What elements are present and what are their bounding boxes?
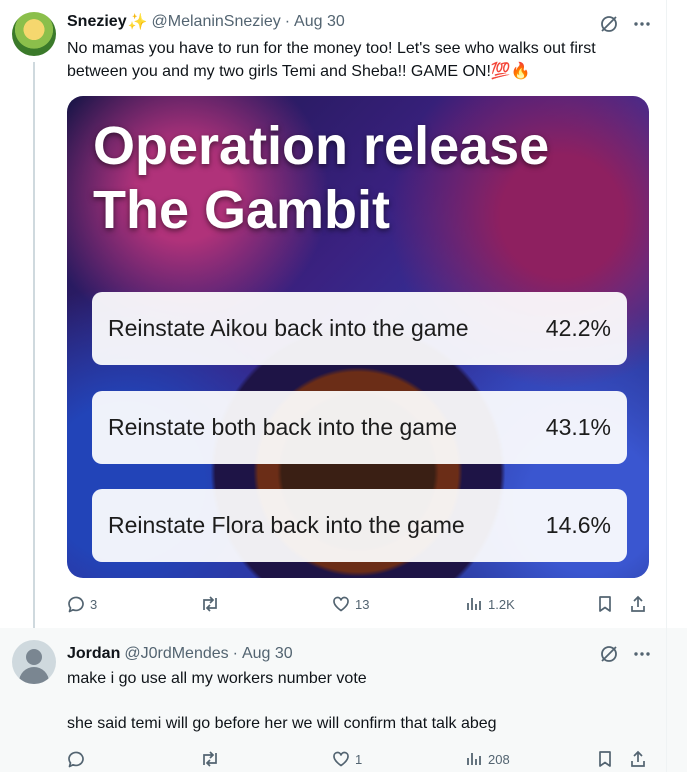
- action-bar: 3 13 1.2K: [0, 594, 687, 614]
- share-button[interactable]: [628, 594, 648, 614]
- avatar[interactable]: [12, 640, 56, 684]
- grok-icon[interactable]: [599, 644, 619, 664]
- poll-option-label: Reinstate Aikou back into the game: [108, 315, 469, 341]
- poll-option-label: Reinstate Flora back into the game: [108, 512, 465, 538]
- share-button[interactable]: [628, 749, 648, 769]
- reply-count: 3: [90, 596, 98, 612]
- reply-icon: [68, 596, 84, 613]
- tweet-text: make i go use all my workers number vote…: [67, 667, 657, 735]
- tweet-top-actions: [599, 14, 651, 34]
- bookmark-button[interactable]: [596, 749, 614, 769]
- tweet-text-line: make i go use all my workers number vote: [67, 670, 367, 687]
- poll-option-label: Reinstate both back into the game: [108, 414, 458, 440]
- poll-option-percent: 43.1%: [545, 414, 611, 440]
- heart-icon: [333, 596, 349, 612]
- repost-icon: [203, 596, 217, 612]
- repost-icon: [203, 751, 217, 767]
- tweet-header: Jordan @J0rdMendes · Aug 30: [67, 644, 293, 664]
- tweet-text-line: No mamas you have to run for the money t…: [67, 40, 596, 57]
- timestamp[interactable]: Aug 30: [242, 645, 293, 663]
- tweet-text-line: between you and my two girls Temi and Sh…: [67, 63, 531, 80]
- default-avatar-icon: [19, 667, 49, 684]
- author-name[interactable]: Sneziey: [67, 13, 127, 31]
- views-count: 208: [488, 751, 510, 767]
- reply-icon: [68, 751, 84, 768]
- tweet-text: No mamas you have to run for the money t…: [67, 37, 657, 83]
- views-button[interactable]: 208: [464, 749, 510, 769]
- reply-button[interactable]: [66, 749, 90, 769]
- tweet-top-actions: [599, 644, 651, 664]
- heart-icon: [333, 751, 349, 767]
- image-title: Operation release The Gambit: [93, 114, 549, 242]
- divider: [666, 0, 667, 628]
- default-avatar-icon: [26, 649, 42, 665]
- tweet-header: Sneziey ✨ @MelaninSneziey · Aug 30: [67, 12, 345, 32]
- tweet-text-line: she said temi will go before her we will…: [67, 715, 497, 732]
- poll-option: Reinstate both back into the game 43.1%: [92, 391, 627, 464]
- like-count: 13: [355, 596, 370, 612]
- image-title-line: The Gambit: [93, 180, 391, 240]
- poll-option-percent: 14.6%: [545, 512, 611, 538]
- separator-dot: ·: [284, 13, 291, 30]
- sparkle-emoji: ✨: [127, 14, 148, 31]
- bookmark-icon: [599, 751, 611, 767]
- action-bar: 1 208: [0, 749, 687, 769]
- poll-option: Reinstate Aikou back into the game 42.2%: [92, 292, 627, 365]
- like-button[interactable]: 13: [331, 594, 369, 614]
- avatar[interactable]: [12, 12, 56, 56]
- bookmark-button[interactable]: [596, 594, 614, 614]
- share-icon: [631, 595, 645, 612]
- bookmark-icon: [599, 596, 611, 612]
- like-count: 1: [355, 751, 363, 767]
- timestamp[interactable]: Aug 30: [294, 13, 345, 31]
- more-options-icon[interactable]: [633, 645, 651, 663]
- tweet-image[interactable]: Operation release The Gambit Reinstate A…: [67, 96, 649, 578]
- author-handle[interactable]: @J0rdMendes: [124, 645, 228, 663]
- author-name[interactable]: Jordan: [67, 645, 120, 663]
- tweet-jordan[interactable]: Jordan @J0rdMendes · Aug 30 make i go us…: [0, 628, 687, 772]
- analytics-icon: [467, 753, 481, 765]
- poll-option: Reinstate Flora back into the game 14.6%: [92, 489, 627, 562]
- views-button[interactable]: 1.2K: [464, 594, 515, 614]
- analytics-icon: [467, 598, 481, 610]
- share-icon: [631, 750, 645, 767]
- repost-button[interactable]: [199, 749, 225, 769]
- separator-dot: ·: [232, 645, 238, 662]
- more-options-icon[interactable]: [633, 15, 651, 33]
- views-count: 1.2K: [488, 596, 515, 612]
- repost-button[interactable]: [199, 594, 225, 614]
- image-title-line: Operation release: [93, 116, 550, 176]
- like-button[interactable]: 1: [331, 749, 362, 769]
- poll-option-percent: 42.2%: [545, 315, 611, 341]
- tweet-sneziey[interactable]: Sneziey ✨ @MelaninSneziey · Aug 30 No ma…: [0, 0, 687, 628]
- reply-button[interactable]: 3: [66, 594, 97, 614]
- author-handle[interactable]: @MelaninSneziey: [152, 13, 281, 31]
- thread-line: [33, 62, 35, 640]
- grok-icon[interactable]: [599, 14, 619, 34]
